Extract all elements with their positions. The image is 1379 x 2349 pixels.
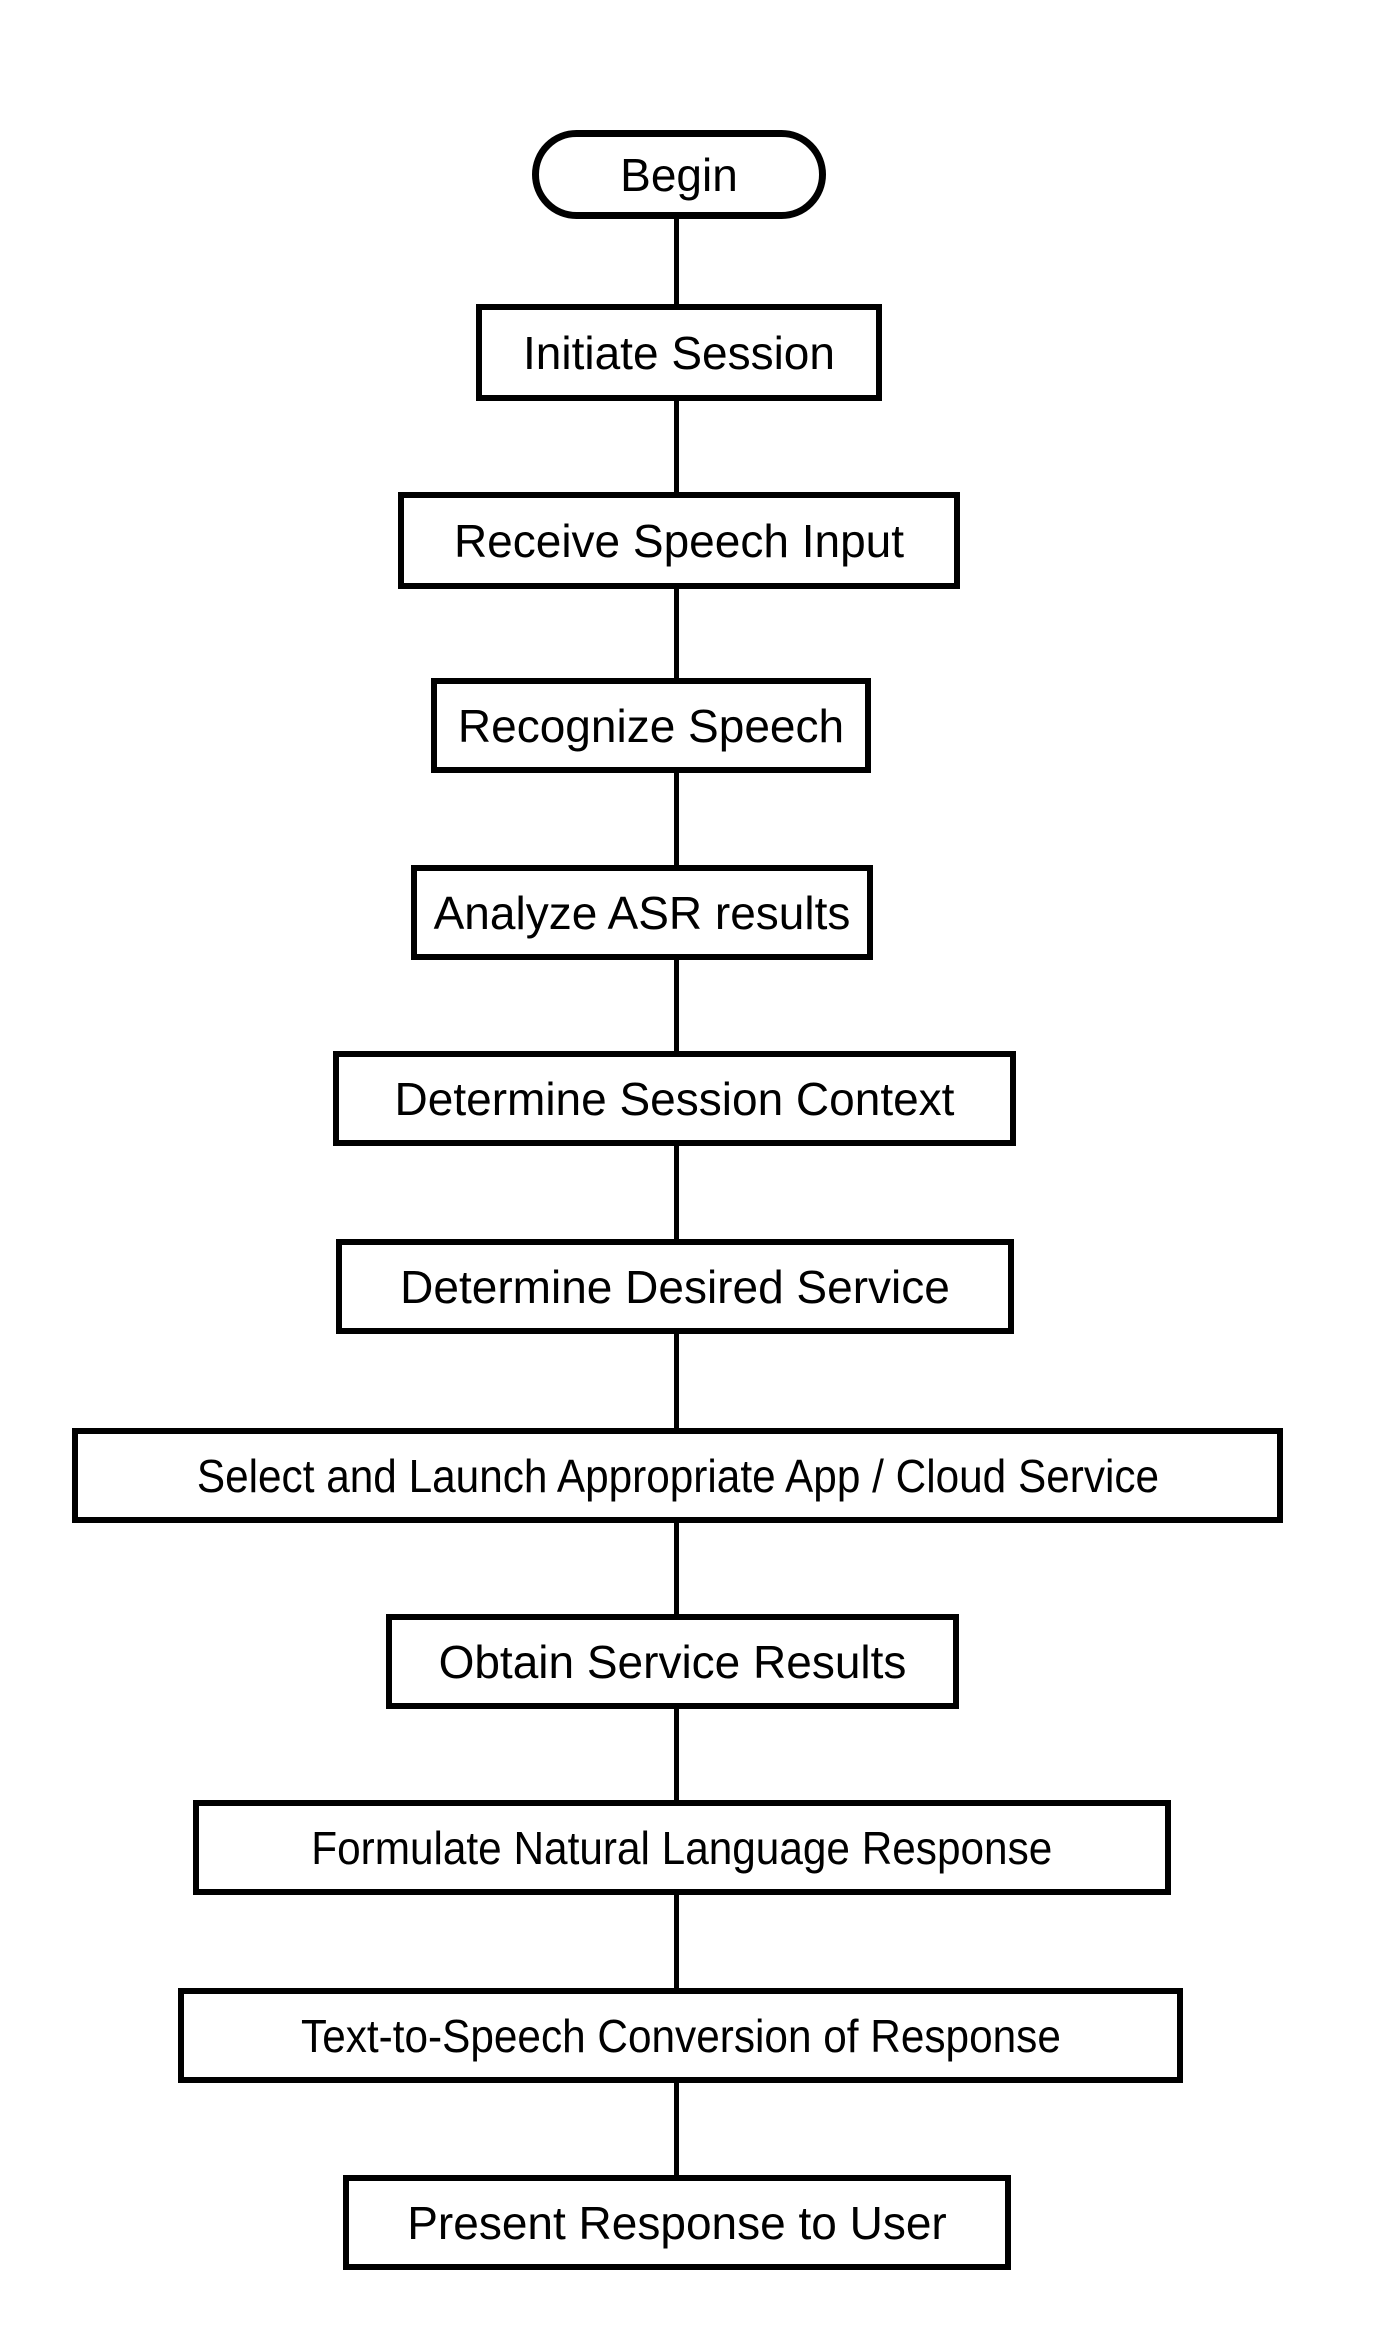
flow-node-text-to-speech-conversion[interactable]: Text-to-Speech Conversion of Response [178, 1988, 1183, 2083]
flow-node-label: Formulate Natural Language Response [311, 1821, 1053, 1874]
connector-text-to-speech-conversion-to-present-response-to-user [674, 2082, 679, 2176]
connector-recognize-speech-to-analyze-asr-results [674, 772, 679, 866]
flow-node-label: Begin [620, 148, 738, 201]
connector-determine-session-context-to-determine-desired-service [674, 1145, 679, 1240]
flow-node-label: Analyze ASR results [433, 886, 851, 939]
flow-node-analyze-asr-results[interactable]: Analyze ASR results [411, 865, 873, 960]
connector-begin-to-initiate-session [674, 218, 679, 306]
connector-determine-desired-service-to-select-and-launch-service [674, 1333, 679, 1429]
flow-node-recognize-speech[interactable]: Recognize Speech [431, 678, 871, 773]
flow-node-label: Recognize Speech [457, 699, 845, 752]
flow-node-label: Text-to-Speech Conversion of Response [300, 2009, 1061, 2062]
flow-node-label: Determine Session Context [394, 1072, 955, 1125]
flow-node-label: Present Response to User [407, 2196, 947, 2249]
flow-node-obtain-service-results[interactable]: Obtain Service Results [386, 1614, 959, 1709]
connector-formulate-response-to-text-to-speech-conversion [674, 1894, 679, 1989]
flow-node-label: Determine Desired Service [400, 1260, 950, 1313]
connector-select-and-launch-service-to-obtain-service-results [674, 1522, 679, 1615]
flow-node-label: Receive Speech Input [453, 514, 905, 567]
flow-node-label: Initiate Session [523, 326, 835, 379]
flow-node-present-response-to-user[interactable]: Present Response to User [343, 2175, 1011, 2270]
flow-node-label: Obtain Service Results [438, 1635, 907, 1688]
flow-node-determine-desired-service[interactable]: Determine Desired Service [336, 1239, 1014, 1334]
connector-initiate-session-to-receive-speech-input [674, 400, 679, 493]
flow-node-select-and-launch-service[interactable]: Select and Launch Appropriate App / Clou… [72, 1428, 1283, 1523]
flow-node-determine-session-context[interactable]: Determine Session Context [333, 1051, 1016, 1146]
flow-node-receive-speech-input[interactable]: Receive Speech Input [398, 492, 960, 589]
connector-analyze-asr-results-to-determine-session-context [674, 959, 679, 1052]
flow-node-begin[interactable]: Begin [532, 130, 826, 219]
connector-obtain-service-results-to-formulate-response [674, 1708, 679, 1801]
flowchart-canvas: Begin Initiate Session Receive Speech Inpu… [0, 0, 1379, 2349]
connector-receive-speech-input-to-recognize-speech [674, 588, 679, 679]
flow-node-formulate-response[interactable]: Formulate Natural Language Response [193, 1800, 1171, 1895]
flow-node-label: Select and Launch Appropriate App / Clou… [196, 1449, 1159, 1502]
flow-node-initiate-session[interactable]: Initiate Session [476, 304, 882, 401]
